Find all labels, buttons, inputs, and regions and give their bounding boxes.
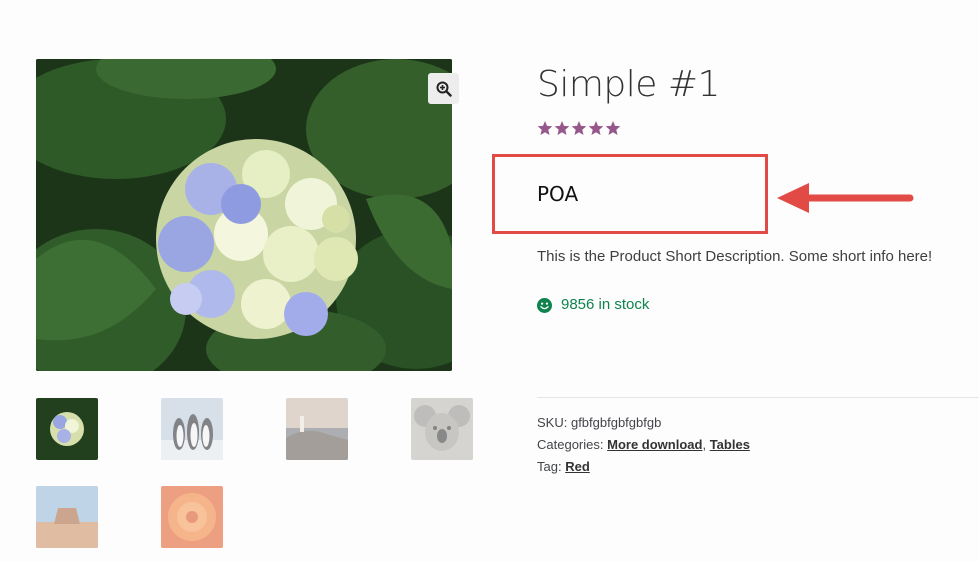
thumbnail-penguins[interactable] [161, 398, 223, 460]
tag-link-red[interactable]: Red [565, 459, 590, 474]
sku-value: gfbfgbfgbfgbfgb [570, 415, 662, 430]
product-short-description: This is the Product Short Description. S… [537, 248, 933, 265]
stock-text: 9856 in stock [561, 296, 650, 313]
stock-status: 9856 in stock [537, 294, 649, 316]
desert-thumb-image [36, 486, 98, 548]
category-link-more-download[interactable]: More download [607, 437, 702, 452]
zoom-button[interactable] [428, 73, 459, 104]
star-rating[interactable] [537, 120, 621, 136]
summary-divider [537, 397, 979, 398]
smiley-icon [537, 297, 552, 313]
hydrangea-thumb-image [36, 398, 98, 460]
product-title: Simple #1 [537, 64, 720, 105]
lighthouse-thumb-image [286, 398, 348, 460]
hydrangea-image [36, 59, 452, 371]
penguins-thumb-image [161, 398, 223, 460]
star-icon [605, 121, 621, 135]
thumbnail-koala[interactable] [411, 398, 473, 460]
thumbnail-desert[interactable] [36, 486, 98, 548]
category-link-tables[interactable]: Tables [710, 437, 750, 452]
dahlia-thumb-image [161, 486, 223, 548]
sku-label: SKU: [537, 415, 568, 430]
zoom-in-icon [436, 81, 452, 97]
price-callout-box [492, 154, 768, 234]
thumbnail-hydrangea[interactable] [36, 398, 98, 460]
categories-row: Categories: More download, Tables [537, 435, 750, 455]
star-icon [588, 121, 604, 135]
star-icon [571, 121, 587, 135]
tag-label: Tag: [537, 459, 562, 474]
star-icon [537, 121, 553, 135]
product-main-image[interactable] [36, 59, 452, 371]
arrow-left-icon [777, 183, 914, 213]
thumbnail-dahlia[interactable] [161, 486, 223, 548]
tag-row: Tag: Red [537, 457, 590, 477]
product-price: POA [537, 182, 579, 206]
koala-thumb-image [411, 398, 473, 460]
categories-label: Categories: [537, 437, 604, 452]
thumbnail-lighthouse[interactable] [286, 398, 348, 460]
sku-row: SKU: gfbfgbfgbfgbfgb [537, 413, 661, 433]
category-separator: , [702, 437, 707, 452]
star-icon [554, 121, 570, 135]
